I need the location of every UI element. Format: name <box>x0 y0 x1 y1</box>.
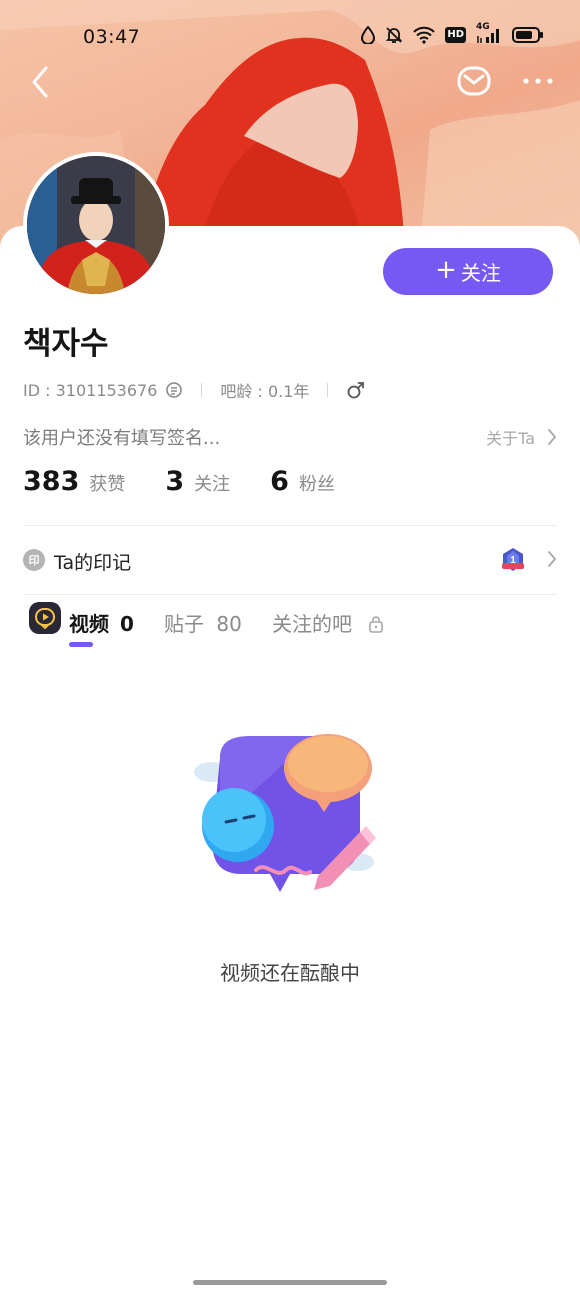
water-drop-icon <box>361 26 376 44</box>
chevron-left-icon <box>32 66 48 98</box>
status-bar: 03:47 HD 4G <box>0 22 580 52</box>
avatar-image <box>27 156 165 294</box>
active-tab-indicator <box>69 642 93 647</box>
tab-label: 视频 <box>69 612 109 636</box>
stat-label: 关注 <box>194 474 231 495</box>
empty-state-illustration <box>190 728 380 898</box>
4g-signal-icon: 4G <box>476 22 502 44</box>
copy-icon <box>166 382 183 398</box>
section-divider <box>23 525 557 526</box>
back-button[interactable] <box>24 62 58 102</box>
follow-button-label: 关注 <box>460 261 501 285</box>
stat-label: 粉丝 <box>298 474 335 495</box>
follow-button[interactable]: + 关注 <box>383 248 553 295</box>
tab-posts[interactable]: 贴子 80 <box>164 608 242 637</box>
content-tabs: 视频 0 贴子 80 关注的吧 <box>23 600 557 652</box>
user-id: ID : 3101153676 <box>23 380 158 400</box>
tab-video[interactable]: 视频 0 <box>69 608 134 637</box>
message-button[interactable] <box>456 64 492 98</box>
more-dots-icon <box>523 78 553 84</box>
imprint-title: Ta的印记 <box>54 552 132 574</box>
medal-icon: 1 <box>499 546 527 578</box>
chevron-right-icon <box>547 550 557 572</box>
bell-muted-icon <box>385 26 403 44</box>
stat-value: 383 <box>23 466 80 497</box>
hd-icon: HD <box>445 27 466 43</box>
stat-following[interactable]: 3 关注 <box>165 466 230 497</box>
stat-likes[interactable]: 383 获赞 <box>23 466 125 497</box>
profile-meta-row: ID : 3101153676 吧龄 : 0.1年 <box>23 378 366 402</box>
imprint-badge-icon: 印 <box>23 549 45 571</box>
status-time: 03:47 <box>83 26 141 48</box>
meta-divider <box>201 383 203 397</box>
forum-age: 吧龄 : 0.1年 <box>220 382 310 401</box>
meta-divider <box>327 383 329 397</box>
stat-value: 3 <box>165 466 185 497</box>
video-tab-icon <box>29 602 61 634</box>
avatar[interactable] <box>23 152 169 298</box>
plus-icon: + <box>435 255 457 285</box>
stat-label: 获赞 <box>89 474 126 495</box>
stat-followers[interactable]: 6 粉丝 <box>270 466 335 497</box>
about-ta-link[interactable]: 关于Ta <box>486 425 557 449</box>
status-icons: HD 4G <box>361 22 544 44</box>
signature-text: 该用户还没有填写签名... <box>23 428 221 449</box>
home-indicator[interactable] <box>193 1280 387 1285</box>
male-icon <box>346 380 366 400</box>
tab-followed-forums[interactable]: 关注的吧 <box>272 608 384 638</box>
wifi-icon <box>413 26 436 44</box>
lock-icon <box>368 614 384 638</box>
imprint-row[interactable]: 印 Ta的印记 1 <box>23 544 557 578</box>
tab-label: 关注的吧 <box>272 612 352 636</box>
tab-label: 贴子 <box>164 612 204 636</box>
section-divider <box>23 594 557 595</box>
empty-state-message: 视频还在酝酿中 <box>220 961 360 985</box>
username: 책자수 <box>23 326 109 362</box>
copy-id-button[interactable] <box>165 381 183 399</box>
mail-icon <box>457 66 491 96</box>
tab-count: 80 <box>216 612 242 636</box>
chevron-right-icon <box>548 429 557 445</box>
more-button[interactable] <box>520 68 556 94</box>
tab-count: 0 <box>119 612 134 636</box>
stat-value: 6 <box>270 466 289 497</box>
svg-text:1: 1 <box>510 555 516 566</box>
signature-row: 该用户还没有填写签名... 关于Ta <box>23 422 557 450</box>
battery-icon <box>512 26 544 44</box>
about-ta-label: 关于Ta <box>486 429 535 448</box>
stats-row: 383 获赞 3 关注 6 粉丝 <box>23 466 375 506</box>
